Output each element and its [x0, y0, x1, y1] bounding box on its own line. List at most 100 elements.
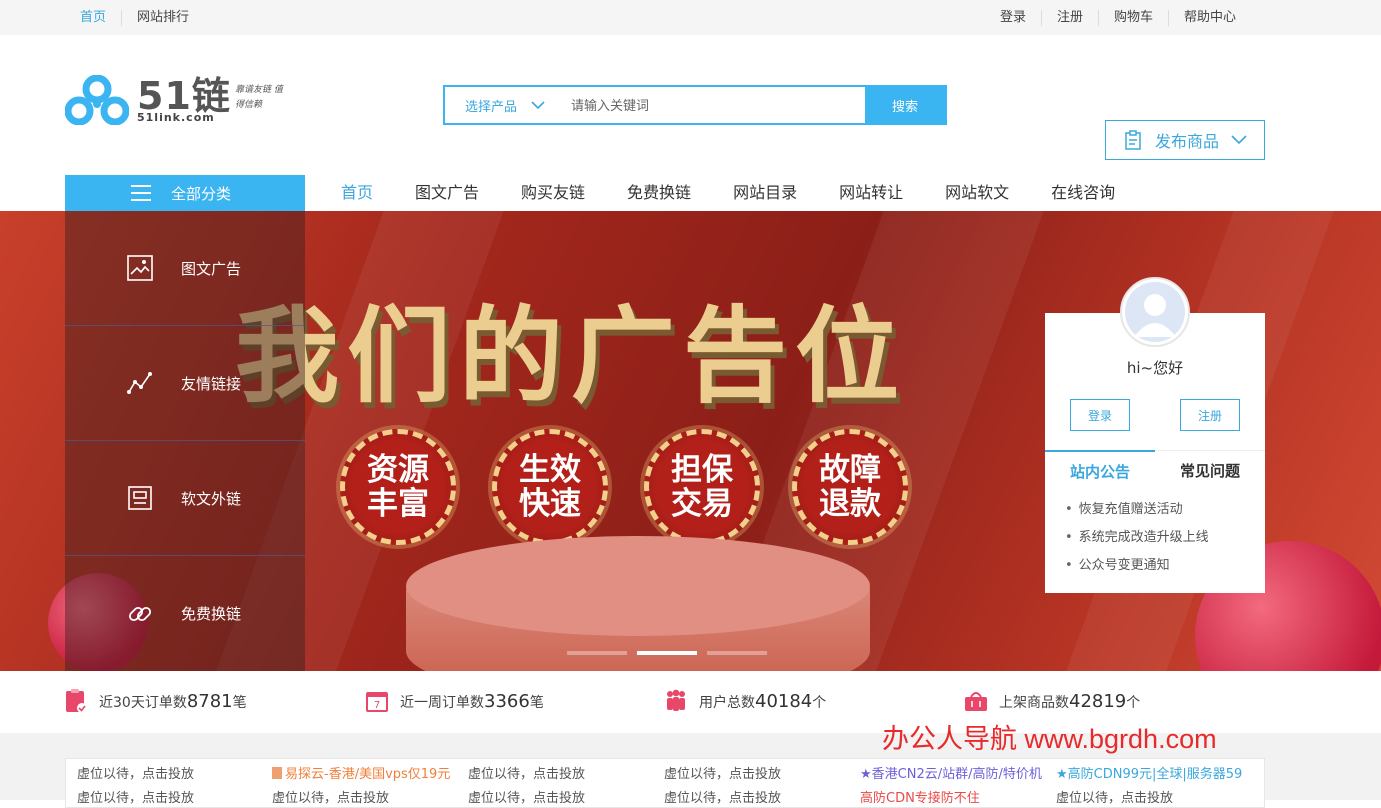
stat-unit: 笔: [529, 694, 544, 711]
stat-orders-30d: 近30天订单数8781笔: [63, 688, 247, 714]
main-nav: 全部分类 首页 图文广告 购买友链 免费换链 网站目录 网站转让 网站软文 在线…: [0, 175, 1381, 211]
stat-value: 42819: [1069, 690, 1127, 712]
carousel-dots: [567, 651, 767, 655]
nav-item-image-ads[interactable]: 图文广告: [394, 175, 500, 211]
logo-domain: 51link.com: [137, 111, 215, 124]
category-label: 图文广告: [181, 259, 242, 278]
nav-item-online-consult[interactable]: 在线咨询: [1030, 175, 1136, 211]
logo-slogan: 靠谱友链 值得信赖: [235, 85, 283, 110]
category-label: 友情链接: [181, 374, 242, 393]
calendar-icon: 7: [364, 688, 390, 714]
nav-item-free-exchange[interactable]: 免费换链: [606, 175, 712, 211]
category-panel: 图文广告 友情链接 软文外链 免费换链: [65, 211, 305, 671]
top-link-login[interactable]: 登录: [1000, 10, 1041, 26]
badge-refund: 故障 退款: [792, 429, 908, 545]
nav-item-site-articles[interactable]: 网站软文: [924, 175, 1030, 211]
banner-stage-top: [406, 536, 870, 636]
login-button[interactable]: 登录: [1070, 399, 1130, 431]
ad-slot-text: 易探云-香港/美国vps仅19元: [285, 767, 451, 782]
document-icon: [125, 483, 155, 513]
notice-item[interactable]: 恢复充值赠送活动: [1065, 496, 1209, 524]
ad-section: 办公人导航 www.bgrdh.com 虚位以待，点击投放 易探云-香港/美国v…: [0, 724, 1381, 808]
top-link-cart[interactable]: 购物车: [1097, 9, 1168, 26]
category-label: 免费换链: [181, 605, 242, 623]
user-avatar-icon: [1125, 282, 1185, 342]
search-input[interactable]: [557, 87, 865, 123]
register-button[interactable]: 注册: [1180, 399, 1240, 431]
carousel-dot[interactable]: [567, 651, 627, 655]
publish-product-button[interactable]: 发布商品: [1105, 120, 1265, 160]
nav-item-buy-links[interactable]: 购买友链: [500, 175, 606, 211]
category-item-image-ads[interactable]: 图文广告: [65, 211, 305, 326]
ad-slot[interactable]: 虚位以待，点击投放: [468, 787, 585, 806]
clipboard-icon: [1125, 130, 1141, 150]
chevron-down-icon: [1231, 135, 1247, 145]
header: 51链 51link.com 靠谱友链 值得信赖 选择产品 搜索 发布商品: [0, 35, 1381, 175]
top-link-help[interactable]: 帮助中心: [1167, 9, 1251, 26]
ad-slot[interactable]: 虚位以待，点击投放: [468, 763, 585, 782]
stat-orders-week: 7 近一周订单数3366笔: [364, 688, 544, 714]
ad-slot[interactable]: 高防CDN专接防不住: [860, 787, 980, 806]
category-label: 软文外链: [181, 489, 242, 508]
ad-slot[interactable]: 虚位以待，点击投放: [77, 763, 194, 782]
ad-slot[interactable]: ★高防CDN99元|全球|服务器59: [1056, 763, 1242, 782]
stat-value: 3366: [484, 690, 530, 712]
notice-item[interactable]: 系统完成改造升级上线: [1065, 524, 1209, 552]
all-categories-button[interactable]: 全部分类: [65, 175, 305, 211]
tab-faq[interactable]: 常见问题: [1155, 451, 1265, 490]
ad-slot[interactable]: 易探云-香港/美国vps仅19元: [272, 763, 450, 782]
stat-total-users: 用户总数40184个: [663, 688, 826, 714]
badge-guaranteed-trade: 担保 交易: [644, 429, 760, 545]
avatar: [1120, 277, 1190, 347]
carousel-dot[interactable]: [707, 651, 767, 655]
stat-label: 上架商品数: [999, 694, 1069, 711]
menu-icon: [131, 185, 151, 201]
user-card: hi~您好 登录 注册 站内公告 常见问题 恢复充值赠送活动 系统完成改造升级上…: [1045, 277, 1265, 593]
badge-rich-resources: 资源 丰富: [340, 429, 456, 545]
image-icon: [125, 253, 155, 283]
nav-item-site-transfer[interactable]: 网站转让: [818, 175, 924, 211]
site-logo[interactable]: 51链 51link.com 靠谱友链 值得信赖: [65, 75, 295, 125]
ad-slot[interactable]: 虚位以待，点击投放: [272, 787, 389, 806]
stat-label: 用户总数: [699, 694, 755, 711]
ad-slot[interactable]: ★香港CN2云/站群/高防/特价机: [860, 763, 1042, 782]
link-chart-icon: [125, 368, 155, 398]
publish-label: 发布商品: [1154, 132, 1219, 151]
tab-site-notices[interactable]: 站内公告: [1045, 450, 1155, 490]
banner-headline: 我们的广告位: [235, 295, 908, 417]
top-link-home[interactable]: 首页: [80, 10, 121, 26]
notice-tabs: 站内公告 常见问题: [1045, 450, 1265, 490]
stat-value: 8781: [186, 690, 233, 712]
top-link-ranking[interactable]: 网站排行: [121, 9, 204, 26]
ad-slot[interactable]: 虚位以待，点击投放: [664, 787, 781, 806]
ad-slot[interactable]: 虚位以待，点击投放: [664, 763, 781, 782]
search-button[interactable]: 搜索: [865, 87, 945, 123]
category-item-article-links[interactable]: 软文外链: [65, 441, 305, 556]
stat-unit: 个: [812, 694, 827, 711]
top-link-register[interactable]: 注册: [1040, 9, 1098, 26]
ad-slot[interactable]: 虚位以待，点击投放: [1056, 787, 1173, 806]
logo-icon: [65, 75, 129, 125]
category-item-free-exchange[interactable]: 免费换链: [65, 556, 305, 671]
greeting-text: hi~您好: [1126, 359, 1184, 377]
users-group-icon: [663, 688, 689, 714]
text-ad-grid: 虚位以待，点击投放 易探云-香港/美国vps仅19元 虚位以待，点击投放 虚位以…: [65, 758, 1265, 808]
notice-item[interactable]: 公众号变更通知: [1065, 552, 1209, 580]
nav-item-home[interactable]: 首页: [320, 175, 394, 211]
chain-link-icon: [125, 599, 155, 629]
chevron-down-icon: [531, 101, 545, 110]
stat-value: 40184: [755, 690, 813, 712]
search-bar: 选择产品 搜索: [443, 85, 947, 125]
top-bar: 首页 网站排行 登录 注册 购物车 帮助中心: [0, 0, 1381, 35]
product-select[interactable]: 选择产品: [445, 87, 557, 123]
stat-unit: 笔: [232, 694, 247, 711]
svg-text:7: 7: [374, 700, 380, 711]
ad-slot[interactable]: 虚位以待，点击投放: [77, 787, 194, 806]
notice-list: 恢复充值赠送活动 系统完成改造升级上线 公众号变更通知: [1065, 496, 1209, 580]
carousel-dot-active[interactable]: [637, 651, 697, 655]
all-categories-label: 全部分类: [171, 184, 232, 203]
watermark-text: 办公人导航 www.bgrdh.com: [882, 724, 1217, 754]
category-item-friend-links[interactable]: 友情链接: [65, 326, 305, 441]
nav-item-site-directory[interactable]: 网站目录: [712, 175, 818, 211]
stat-label: 近一周订单数: [400, 694, 484, 711]
